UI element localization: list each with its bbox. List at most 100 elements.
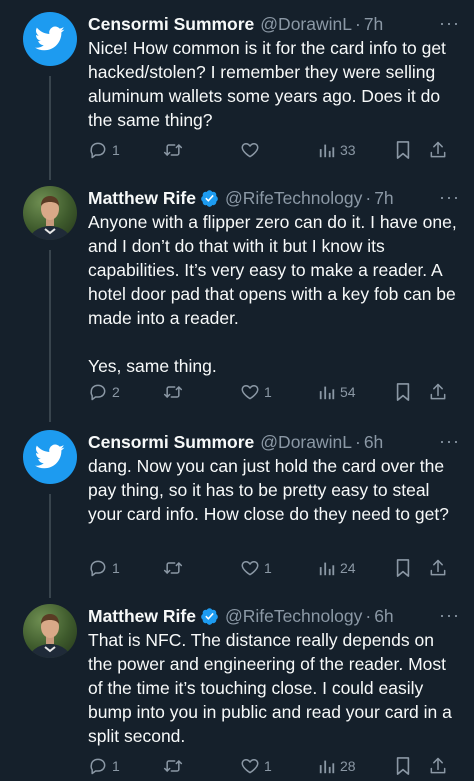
like-count: 1 [264, 560, 272, 576]
bookmark-button[interactable] [394, 556, 412, 580]
views-icon [319, 562, 335, 576]
bookmark-icon [396, 141, 410, 159]
separator-dot: · [365, 188, 372, 208]
like-button[interactable] [240, 138, 264, 162]
heart-icon [241, 759, 259, 774]
tweet[interactable]: Censormi Summore @DorawinL · 6h ··· dang… [0, 430, 474, 580]
tweet-header: Censormi Summore @DorawinL · 7h [88, 12, 464, 36]
tweet-actions: 1 1 28 [88, 754, 458, 778]
bird-icon [35, 444, 65, 469]
author-handle[interactable]: @RifeTechnology [225, 186, 362, 210]
retweet-icon [163, 144, 183, 156]
tweet-actions: 1 1 24 [88, 556, 458, 580]
bookmark-button[interactable] [394, 138, 412, 162]
avatar[interactable] [23, 604, 77, 658]
author-name[interactable]: Matthew Rife [88, 186, 196, 210]
views-button[interactable]: 28 [318, 754, 356, 778]
share-icon [430, 141, 446, 158]
reply-count: 1 [112, 142, 120, 158]
verified-badge-icon [200, 607, 219, 626]
more-options-icon[interactable]: ··· [439, 431, 460, 451]
tweet-actions: 2 1 54 [88, 380, 458, 404]
retweet-button[interactable] [162, 380, 188, 404]
author-name[interactable]: Matthew Rife [88, 604, 196, 628]
bookmark-button[interactable] [394, 380, 412, 404]
reply-count: 2 [112, 384, 120, 400]
reply-button[interactable]: 1 [88, 556, 120, 580]
tweet[interactable]: Matthew Rife @RifeTechnology · 6h ··· Th… [0, 604, 474, 779]
views-button[interactable]: 33 [318, 138, 356, 162]
timestamp[interactable]: 7h [374, 186, 393, 210]
tweet-text: Nice! How common is it for the card info… [88, 38, 446, 130]
author-handle[interactable]: @DorawinL [260, 430, 352, 454]
like-button[interactable]: 1 [240, 380, 272, 404]
verified-badge-icon [200, 189, 219, 208]
reply-icon [90, 384, 106, 401]
author-name[interactable]: Censormi Summore [88, 430, 254, 454]
retweet-button[interactable] [162, 556, 188, 580]
tweet-actions: 1 33 [88, 138, 458, 162]
share-button[interactable] [428, 138, 448, 162]
heart-icon [241, 385, 259, 400]
timestamp[interactable]: 6h [364, 430, 383, 454]
tweet-text: Anyone with a flipper zero can do it. I … [88, 212, 457, 376]
reply-button[interactable]: 1 [88, 754, 120, 778]
views-button[interactable]: 24 [318, 556, 356, 580]
separator-dot: · [354, 432, 361, 452]
tweet[interactable]: Matthew Rife @RifeTechnology · 7h ··· An… [0, 186, 474, 416]
views-button[interactable]: 54 [318, 380, 356, 404]
author-name[interactable]: Censormi Summore [88, 12, 254, 36]
view-count: 33 [340, 142, 356, 158]
retweet-icon [163, 760, 183, 772]
author-handle[interactable]: @DorawinL [260, 12, 352, 36]
retweet-button[interactable] [162, 754, 188, 778]
bookmark-icon [396, 559, 410, 577]
views-icon [319, 144, 335, 158]
more-options-icon[interactable]: ··· [439, 13, 460, 33]
more-options-icon[interactable]: ··· [439, 605, 460, 625]
timestamp[interactable]: 7h [364, 12, 383, 36]
timestamp[interactable]: 6h [374, 604, 393, 628]
reply-icon [90, 560, 106, 577]
avatar[interactable] [23, 186, 77, 240]
heart-icon [241, 561, 259, 576]
profile-photo-icon [28, 196, 72, 240]
like-button[interactable]: 1 [240, 754, 272, 778]
author-handle[interactable]: @RifeTechnology [225, 604, 362, 628]
tweet-text: That is NFC. The distance really depends… [88, 630, 452, 746]
share-icon [430, 383, 446, 400]
reply-count: 1 [112, 560, 120, 576]
share-button[interactable] [428, 556, 448, 580]
views-icon [319, 760, 335, 774]
share-button[interactable] [428, 380, 448, 404]
view-count: 28 [340, 758, 356, 774]
share-icon [430, 757, 446, 774]
avatar[interactable] [23, 12, 77, 66]
bookmark-icon [396, 757, 410, 775]
view-count: 24 [340, 560, 356, 576]
separator-dot: · [354, 14, 361, 34]
profile-photo-icon [28, 614, 72, 658]
conversation-thread: Censormi Summore @DorawinL · 7h ··· Nice… [0, 0, 474, 781]
views-icon [319, 386, 335, 400]
tweet-text: dang. Now you can just hold the card ove… [88, 456, 449, 524]
tweet[interactable]: Censormi Summore @DorawinL · 7h ··· Nice… [0, 12, 474, 162]
share-button[interactable] [428, 754, 448, 778]
like-count: 1 [264, 758, 272, 774]
separator-dot: · [365, 606, 372, 626]
reply-button[interactable]: 2 [88, 380, 120, 404]
share-icon [430, 559, 446, 576]
bookmark-icon [396, 383, 410, 401]
more-options-icon[interactable]: ··· [439, 187, 460, 207]
view-count: 54 [340, 384, 356, 400]
retweet-icon [163, 386, 183, 398]
bird-icon [35, 26, 65, 51]
like-button[interactable]: 1 [240, 556, 272, 580]
retweet-icon [163, 562, 183, 574]
tweet-header: Matthew Rife @RifeTechnology · 6h [88, 604, 464, 628]
reply-button[interactable]: 1 [88, 138, 120, 162]
avatar[interactable] [23, 430, 77, 484]
retweet-button[interactable] [162, 138, 188, 162]
tweet-header: Censormi Summore @DorawinL · 6h [88, 430, 464, 454]
bookmark-button[interactable] [394, 754, 412, 778]
